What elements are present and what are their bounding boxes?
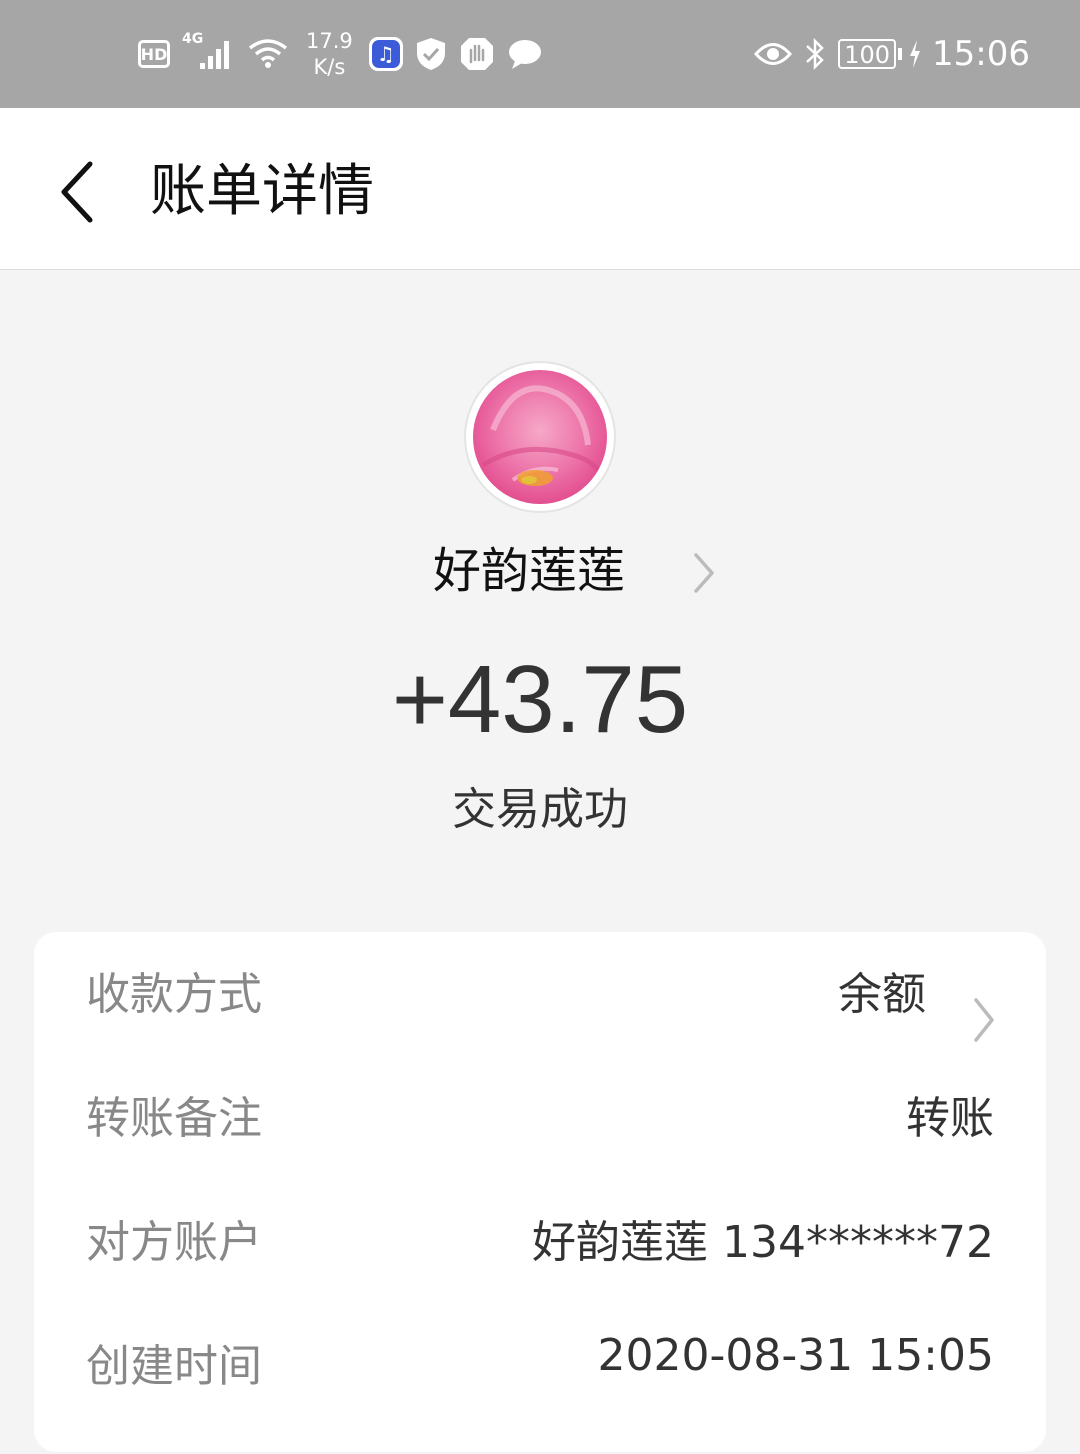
transaction-amount: +43.75 — [391, 646, 689, 753]
signal-icon: 4G — [182, 31, 236, 71]
battery-level: 100 — [838, 39, 897, 69]
detail-card: 收款方式 余额 转账备注 转账 对方账户 好韵莲莲 134******72 创建… — [34, 932, 1046, 1452]
detail-label: 收款方式 — [86, 969, 262, 1020]
pink-flower-avatar — [473, 370, 607, 504]
battery-icon: 100 — [838, 39, 903, 69]
net-speed-value: 17.9 — [306, 29, 353, 53]
page-title: 账单详情 — [150, 159, 374, 224]
eye-icon — [754, 41, 793, 67]
charging-icon — [908, 39, 922, 69]
chevron-right-icon — [974, 998, 994, 1042]
detail-row-transfer-note: 转账备注 转账 — [34, 1082, 1046, 1206]
battery-tip — [898, 48, 903, 60]
music-app-icon: ♫ — [368, 37, 403, 71]
transaction-status: 交易成功 — [452, 784, 628, 835]
counterparty-name: 好韵莲莲 — [433, 543, 626, 599]
chevron-left-icon — [61, 161, 93, 223]
hd-label: HD — [138, 40, 170, 68]
hand-icon — [459, 36, 495, 72]
chat-icon — [507, 37, 543, 71]
detail-row-payment-method[interactable]: 收款方式 余额 — [34, 958, 1046, 1082]
network-type-label: 4G — [182, 31, 204, 47]
back-button[interactable] — [46, 152, 106, 232]
status-bar: HD 4G 17.9 K/s ♫ 100 15:06 — [0, 0, 1080, 108]
network-speed: 17.9 K/s — [306, 28, 353, 80]
net-speed-unit: K/s — [313, 55, 346, 79]
avatar[interactable] — [466, 363, 614, 511]
clock: 15:06 — [932, 34, 1030, 74]
wifi-icon — [248, 38, 288, 70]
detail-row-counterparty-account: 对方账户 好韵莲莲 134******72 — [34, 1206, 1046, 1330]
detail-value: 转账 — [906, 1093, 994, 1144]
status-bar-left: HD 4G 17.9 K/s ♫ — [138, 0, 555, 108]
detail-value: 2020-08-31 15:05 — [597, 1330, 995, 1381]
counterparty-row[interactable]: 好韵莲莲 — [0, 535, 1080, 607]
shield-icon — [415, 36, 447, 72]
hd-icon: HD — [138, 40, 170, 68]
detail-label: 转账备注 — [86, 1093, 262, 1144]
status-bar-right: 100 15:06 — [754, 0, 1030, 108]
detail-label: 创建时间 — [86, 1341, 262, 1392]
detail-label: 对方账户 — [86, 1217, 262, 1268]
detail-value: 余额 — [838, 969, 926, 1020]
detail-row-created-time: 创建时间 2020-08-31 15:05 — [34, 1330, 1046, 1454]
detail-value: 好韵莲莲 134******72 — [532, 1217, 994, 1268]
bluetooth-icon — [804, 36, 826, 72]
header: 账单详情 — [0, 108, 1080, 270]
chevron-right-icon — [694, 553, 714, 593]
